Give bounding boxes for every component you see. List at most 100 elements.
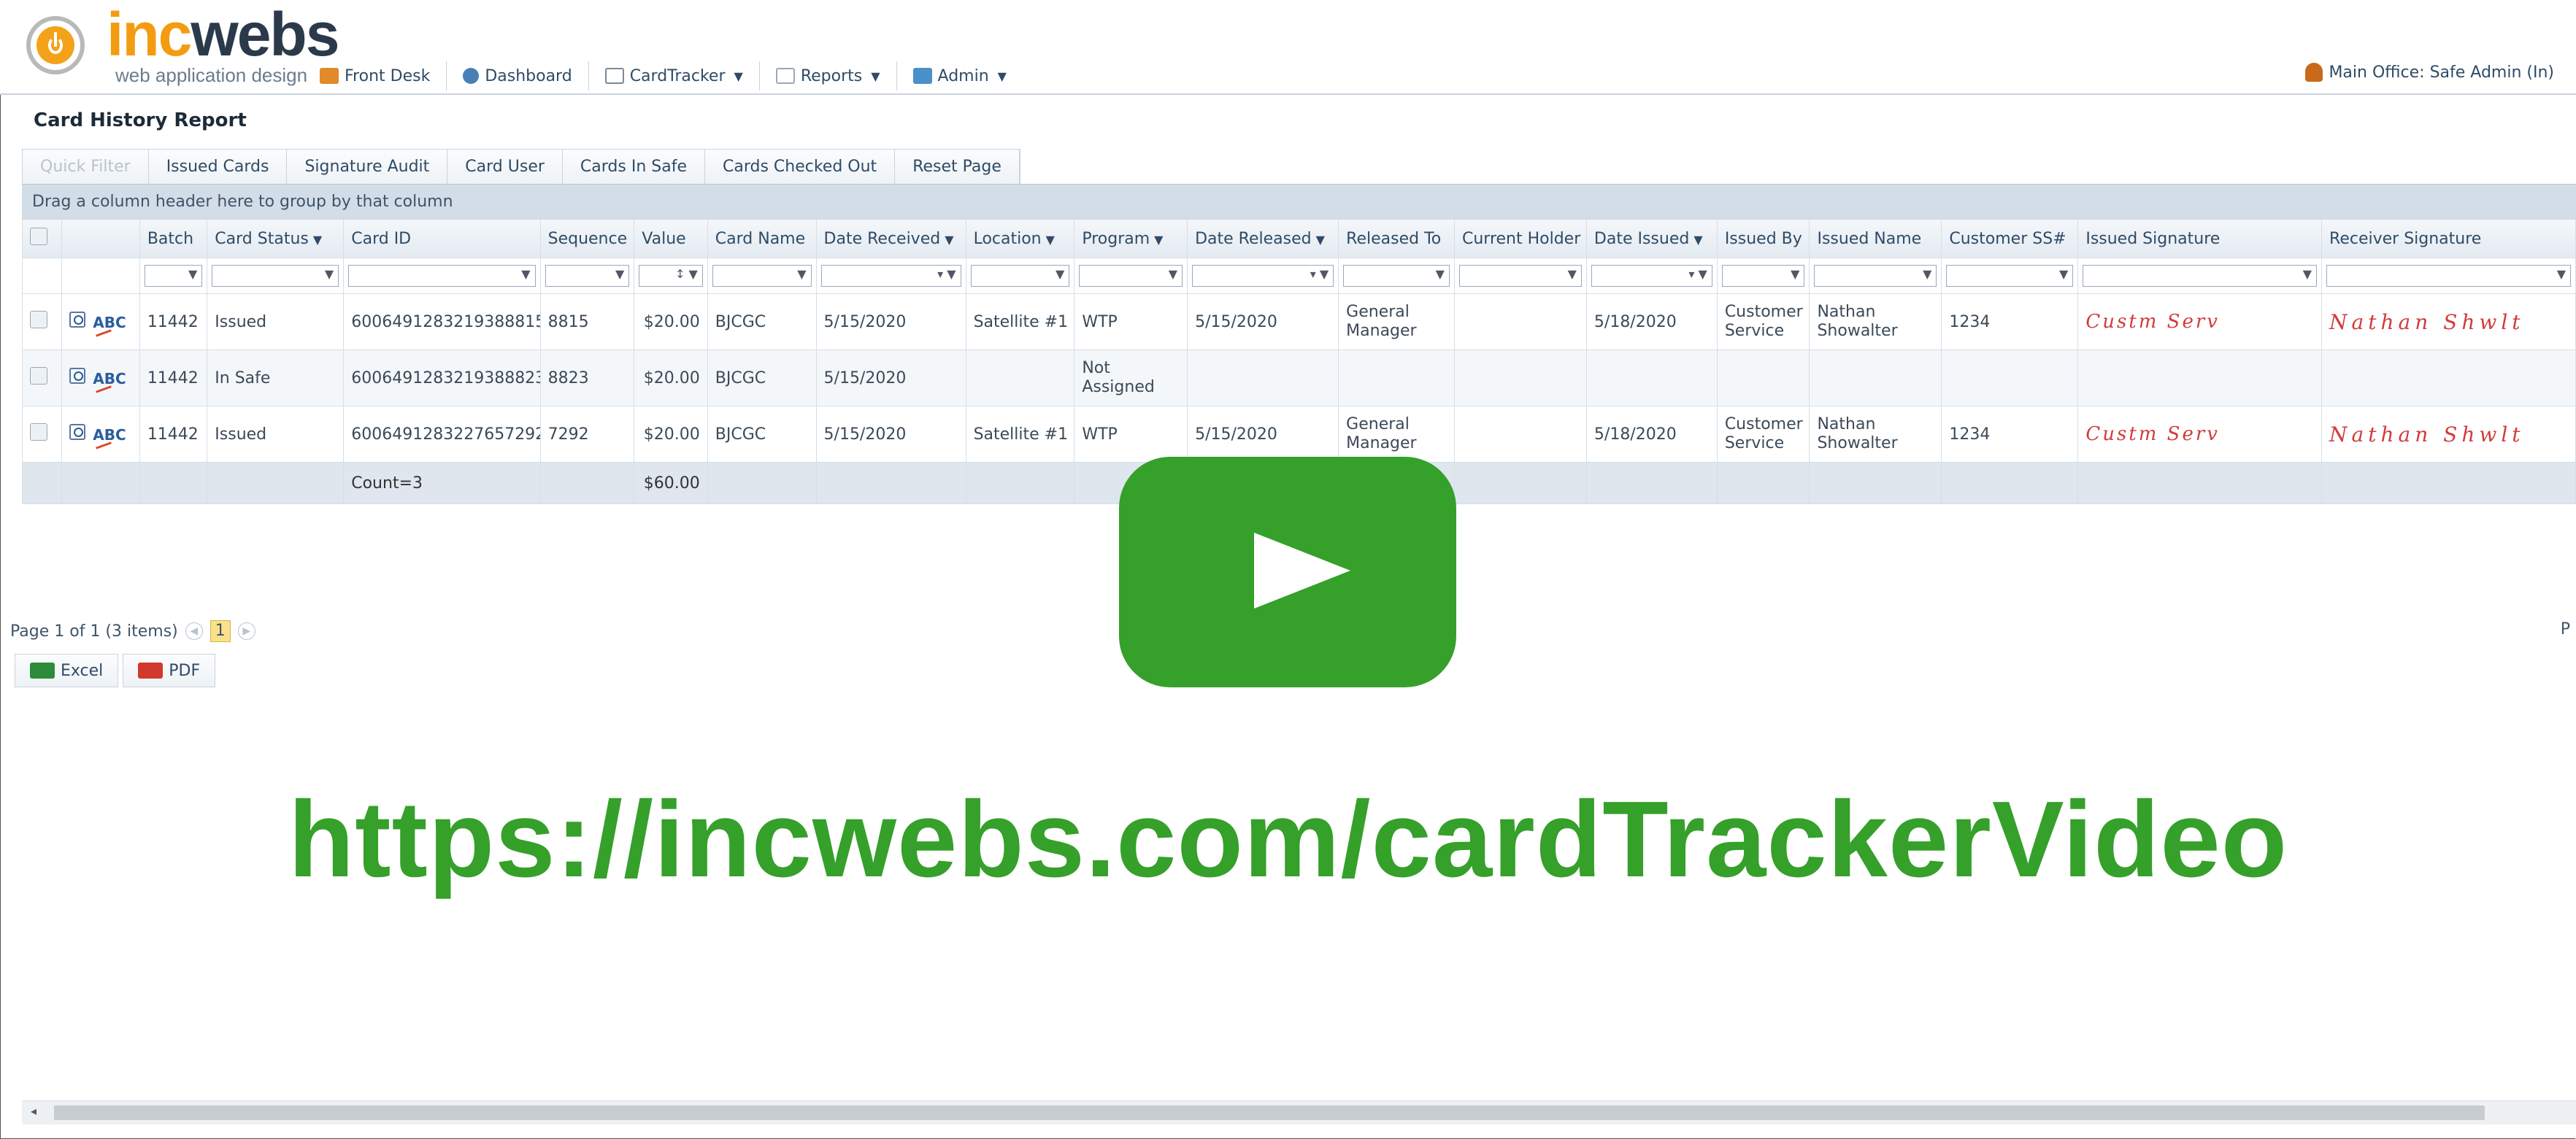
select-all-header[interactable] (21, 219, 63, 258)
col-header-issued-by[interactable]: Issued By (1716, 219, 1810, 258)
spellcheck-icon[interactable]: ABC (93, 370, 126, 387)
col-header-batch[interactable]: Batch (139, 219, 208, 258)
col-header-released-to[interactable]: Released To (1338, 219, 1455, 258)
filter-customer-ss[interactable]: ▼ (1946, 265, 2074, 287)
pager-summary: Page 1 of 1 (3 items) (10, 622, 178, 641)
col-header-card-id[interactable]: Card ID (343, 219, 541, 258)
filter-sequence[interactable]: ▼ (545, 265, 630, 287)
nav-front-desk[interactable]: Front Desk (304, 61, 447, 90)
filter-card-name[interactable]: ▼ (712, 265, 812, 287)
filter-arrow-icon: ▼ (1693, 232, 1703, 247)
nav-admin[interactable]: Admin ▼ (897, 61, 1023, 90)
cardtracker-icon (604, 68, 624, 84)
col-header-program[interactable]: Program ▼ (1074, 219, 1188, 258)
col-header-receiver-signature[interactable]: Receiver Signature (2321, 219, 2576, 258)
view-details-icon[interactable] (69, 312, 86, 328)
next-page-icon[interactable]: ▶ (237, 622, 255, 640)
prev-page-icon[interactable]: ◀ (185, 622, 203, 640)
view-details-icon[interactable] (69, 424, 86, 440)
filter-card-status[interactable]: ▼ (212, 265, 339, 287)
filter-current-holder[interactable]: ▼ (1458, 265, 1582, 287)
tab-card-user[interactable]: Card User (447, 150, 563, 185)
nav-dashboard[interactable]: Dashboard (447, 61, 589, 90)
spellcheck-icon[interactable]: ABC (93, 426, 126, 444)
filter-released-to[interactable]: ▼ (1343, 265, 1450, 287)
filter-issued-signature[interactable]: ▼ (2083, 265, 2318, 287)
chevron-down-icon: ▼ (997, 69, 1007, 83)
nav-reports[interactable]: Reports ▼ (760, 61, 897, 90)
filter-card-id[interactable]: ▼ (348, 265, 536, 287)
tab-issued-cards[interactable]: Issued Cards (148, 150, 288, 185)
col-header-date-issued[interactable]: Date Issued ▼ (1585, 219, 1718, 258)
issued-signature-image: Custm Serv (2085, 311, 2220, 333)
filter-arrow-icon: ▼ (1315, 232, 1325, 247)
filter-issued-by[interactable]: ▼ (1721, 265, 1805, 287)
row-checkbox[interactable] (30, 311, 47, 328)
view-details-icon[interactable] (69, 368, 86, 384)
export-toolbar: Excel PDF (15, 654, 220, 687)
front-desk-icon (320, 68, 339, 84)
select-all-checkbox[interactable] (30, 228, 47, 245)
video-play-button[interactable] (1119, 457, 1456, 687)
filter-date-received[interactable]: ▾ ▼ (820, 265, 961, 287)
user-icon (2305, 63, 2323, 82)
col-header-issued-name[interactable]: Issued Name (1809, 219, 1942, 258)
filter-arrow-icon: ▼ (945, 232, 954, 247)
filter-program[interactable]: ▼ (1079, 265, 1183, 287)
table-row[interactable]: ABC 11442 In Safe 6006491283219388823 88… (21, 350, 2576, 406)
receiver-signature-image: Nathan Shwlt (2329, 422, 2525, 447)
col-header-card-status[interactable]: Card Status ▼ (207, 219, 345, 258)
scroll-left-icon[interactable]: ◂ (31, 1104, 36, 1118)
filter-batch[interactable]: ▼ (144, 265, 203, 287)
dashboard-icon (463, 68, 480, 84)
chevron-down-icon: ▼ (734, 69, 743, 83)
pager: Page 1 of 1 (3 items) ◀ 1 ▶ (10, 620, 255, 642)
filter-arrow-icon: ▼ (312, 232, 323, 247)
col-header-customer-ss[interactable]: Customer SS# (1941, 219, 2079, 258)
filter-issued-name[interactable]: ▼ (1814, 265, 1937, 287)
group-by-panel[interactable]: Drag a column header here to group by th… (22, 184, 2576, 219)
table-row[interactable]: ABC 11442 Issued 6006491283219388815 881… (21, 293, 2576, 350)
filter-arrow-icon: ▼ (1045, 232, 1055, 247)
tab-reset-page[interactable]: Reset Page (895, 150, 1020, 185)
tab-cards-in-safe[interactable]: Cards In Safe (562, 150, 705, 185)
col-header-sequence[interactable]: Sequence (539, 219, 635, 258)
app-header: incwebs web application design Front Des… (0, 0, 2576, 95)
col-header-location[interactable]: Location ▼ (965, 219, 1075, 258)
spellcheck-icon[interactable]: ABC (93, 314, 126, 331)
issued-signature-image: Custm Serv (2085, 423, 2220, 445)
tab-signature-audit[interactable]: Signature Audit (287, 150, 448, 185)
col-header-issued-signature[interactable]: Issued Signature (2077, 219, 2323, 258)
tab-quick-filter[interactable]: Quick Filter (23, 150, 149, 185)
logo-wordmark[interactable]: incwebs (107, 1, 339, 67)
col-header-value[interactable]: Value (634, 219, 708, 258)
col-header-card-name[interactable]: Card Name (707, 219, 817, 258)
excel-icon (30, 663, 55, 679)
table-row[interactable]: ABC 11442 Issued 6006491283227657292 729… (21, 406, 2576, 463)
col-header-date-received[interactable]: Date Received ▼ (815, 219, 966, 258)
logo-icon (26, 16, 85, 74)
scrollbar-thumb[interactable] (54, 1105, 2485, 1120)
top-nav: Front Desk Dashboard CardTracker ▼ Repor… (304, 60, 1023, 92)
horizontal-scrollbar[interactable]: ◂ (22, 1100, 2576, 1124)
filter-location[interactable]: ▼ (970, 265, 1070, 287)
row-checkbox[interactable] (30, 367, 47, 385)
logo-tagline: web application design (115, 64, 308, 86)
export-pdf-button[interactable]: PDF (123, 654, 216, 687)
tab-cards-checked-out[interactable]: Cards Checked Out (704, 150, 896, 185)
filter-receiver-signature[interactable]: ▼ (2326, 265, 2571, 287)
filter-date-issued[interactable]: ▾ ▼ (1591, 265, 1712, 287)
receiver-signature-image: Nathan Shwlt (2329, 309, 2525, 334)
filter-date-released[interactable]: ▾ ▼ (1192, 265, 1334, 287)
nav-cardtracker[interactable]: CardTracker ▼ (589, 61, 760, 90)
row-checkbox[interactable] (30, 423, 47, 441)
col-header-date-released[interactable]: Date Released ▼ (1187, 219, 1339, 258)
filter-value[interactable]: ↕ ▼ (639, 265, 703, 287)
admin-icon (912, 68, 932, 84)
page-number[interactable]: 1 (209, 620, 231, 642)
export-excel-button[interactable]: Excel (15, 654, 119, 687)
video-url-text[interactable]: https://incwebs.com/cardTrackerVideo (0, 778, 2576, 902)
col-header-current-holder[interactable]: Current Holder (1453, 219, 1587, 258)
report-tabs: Quick Filter Issued Cards Signature Audi… (22, 149, 1020, 185)
user-menu[interactable]: Main Office: Safe Admin (In) (2305, 63, 2554, 82)
